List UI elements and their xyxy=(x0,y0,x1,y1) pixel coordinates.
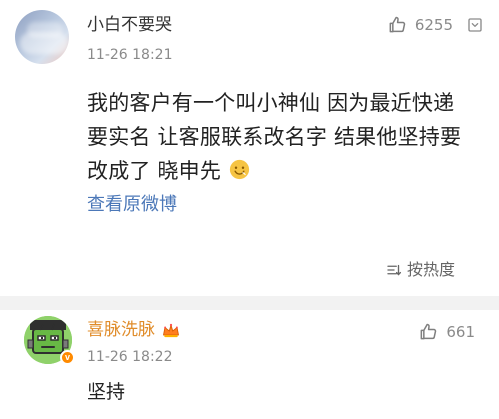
comment-time: 11-26 18:21 xyxy=(87,47,173,63)
comment-content-line-text: 改成了 晓申先 xyxy=(87,159,222,183)
chevron-down-icon[interactable] xyxy=(467,17,483,33)
reply-user-header: 喜脉洗脉 xyxy=(87,318,181,342)
section-divider xyxy=(0,296,499,310)
comment-content-line: 我的客户有一个叫小神仙 因为最近快递 xyxy=(87,91,455,115)
like-button[interactable]: 661 xyxy=(418,321,475,343)
verification-badge: v xyxy=(60,350,75,365)
like-count: 661 xyxy=(446,323,475,341)
reply-username[interactable]: 喜脉洗脉 xyxy=(87,318,155,342)
reply-content: 坚持 xyxy=(87,381,126,403)
comment-content: 我的客户有一个叫小神仙 因为最近快递 要实名 让客服联系改名字 结果他坚持要 改… xyxy=(87,86,477,188)
comment-content-line-last: 改成了 晓申先 xyxy=(87,154,477,188)
sort-label: 按热度 xyxy=(406,260,455,279)
crown-icon xyxy=(162,323,180,338)
reply-time: 11-26 18:22 xyxy=(87,349,173,365)
view-original-weibo-link[interactable]: 查看原微博 xyxy=(87,193,177,217)
thumbs-up-icon xyxy=(389,16,406,33)
avatar-cloud-shape xyxy=(27,22,63,38)
avatar[interactable]: v xyxy=(24,316,75,365)
avatar[interactable] xyxy=(15,10,69,64)
sort-lines-icon xyxy=(387,264,402,276)
reply-comment-card: v 喜脉洗脉 11-26 18:22 坚持 661 xyxy=(0,310,499,419)
main-comment-card: 小白不要哭 11-26 18:21 6255 我的客户有一个叫小神仙 因为最近快… xyxy=(0,0,499,296)
comment-content-line: 要实名 让客服联系改名字 结果他坚持要 xyxy=(87,125,462,149)
like-count: 6255 xyxy=(414,16,453,34)
smiley-face-icon xyxy=(229,159,250,180)
comment-username[interactable]: 小白不要哭 xyxy=(87,13,172,37)
thumbs-up-icon xyxy=(420,323,437,340)
sort-by-popularity-button[interactable]: 按热度 xyxy=(385,259,455,281)
like-button[interactable]: 6255 xyxy=(387,14,453,36)
